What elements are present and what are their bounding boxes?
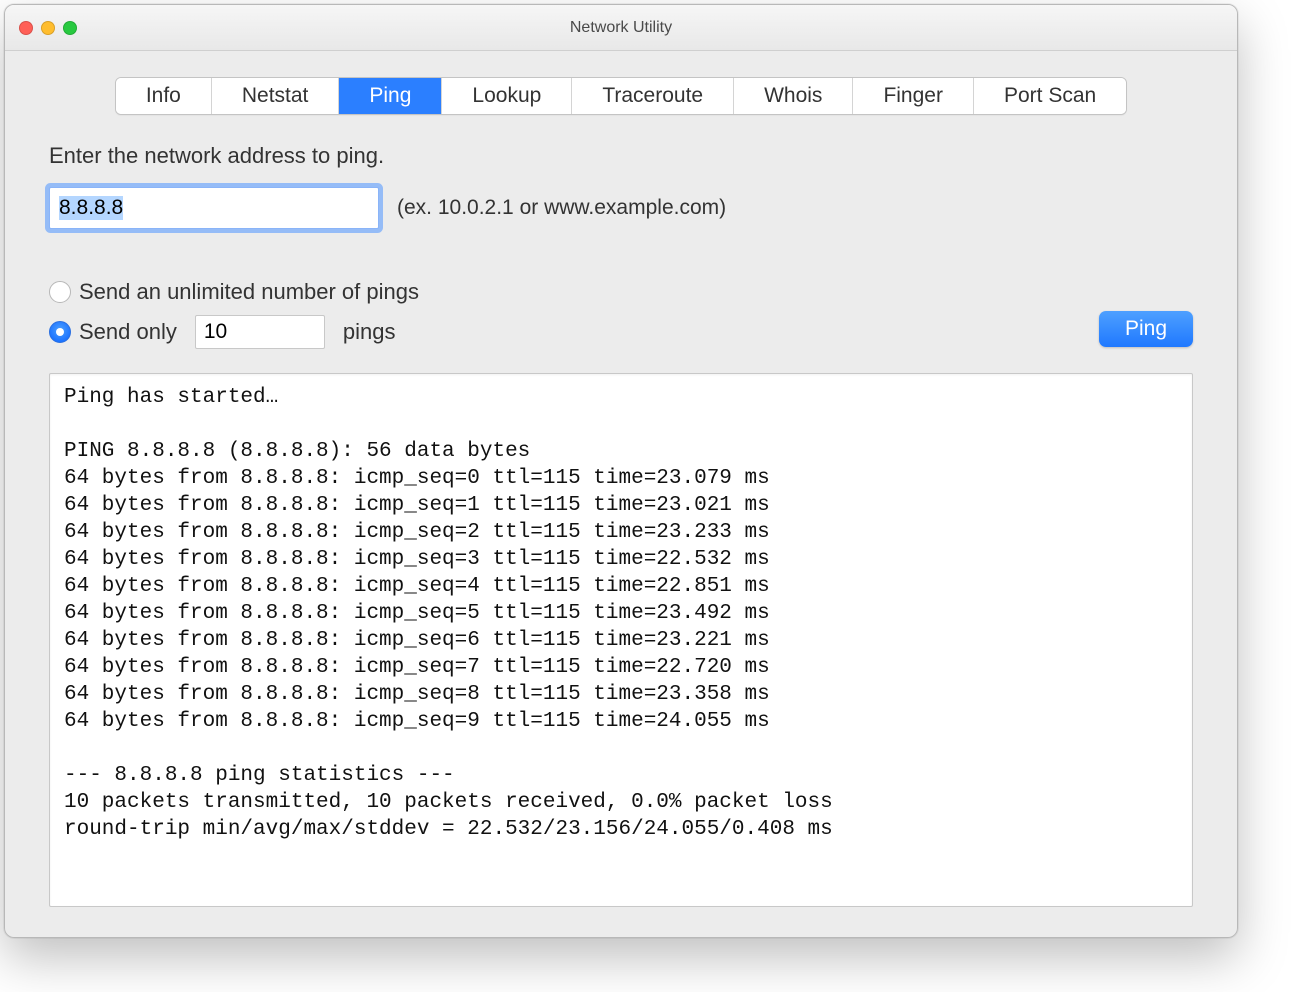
tab-segmented-control: Info Netstat Ping Lookup Traceroute Whoi… <box>115 77 1127 115</box>
ping-output[interactable]: Ping has started… PING 8.8.8.8 (8.8.8.8)… <box>49 373 1193 907</box>
tab-port-scan[interactable]: Port Scan <box>974 78 1126 114</box>
titlebar: Network Utility <box>5 5 1237 51</box>
address-input[interactable] <box>49 187 379 229</box>
radio-unlimited[interactable] <box>49 281 71 303</box>
zoom-window-icon[interactable] <box>63 21 77 35</box>
action-row: Ping <box>49 311 1193 347</box>
minimize-window-icon[interactable] <box>41 21 55 35</box>
tab-ping[interactable]: Ping <box>339 78 442 114</box>
address-example-hint: (ex. 10.0.2.1 or www.example.com) <box>397 196 726 220</box>
window-title: Network Utility <box>5 19 1237 37</box>
traffic-lights <box>19 21 77 35</box>
tab-whois[interactable]: Whois <box>734 78 853 114</box>
ping-button[interactable]: Ping <box>1099 311 1193 347</box>
tab-netstat[interactable]: Netstat <box>212 78 340 114</box>
content-area: Enter the network address to ping. (ex. … <box>5 143 1237 937</box>
address-prompt-label: Enter the network address to ping. <box>49 143 1193 169</box>
radio-unlimited-row[interactable]: Send an unlimited number of pings <box>49 279 1193 305</box>
tabs-row: Info Netstat Ping Lookup Traceroute Whoi… <box>5 51 1237 143</box>
address-input-row: (ex. 10.0.2.1 or www.example.com) <box>49 187 1193 229</box>
app-window: Network Utility Info Netstat Ping Lookup… <box>4 4 1238 938</box>
tab-traceroute[interactable]: Traceroute <box>572 78 734 114</box>
tab-info[interactable]: Info <box>116 78 212 114</box>
tab-finger[interactable]: Finger <box>853 78 974 114</box>
radio-unlimited-label: Send an unlimited number of pings <box>79 279 419 305</box>
close-window-icon[interactable] <box>19 21 33 35</box>
tab-lookup[interactable]: Lookup <box>442 78 572 114</box>
